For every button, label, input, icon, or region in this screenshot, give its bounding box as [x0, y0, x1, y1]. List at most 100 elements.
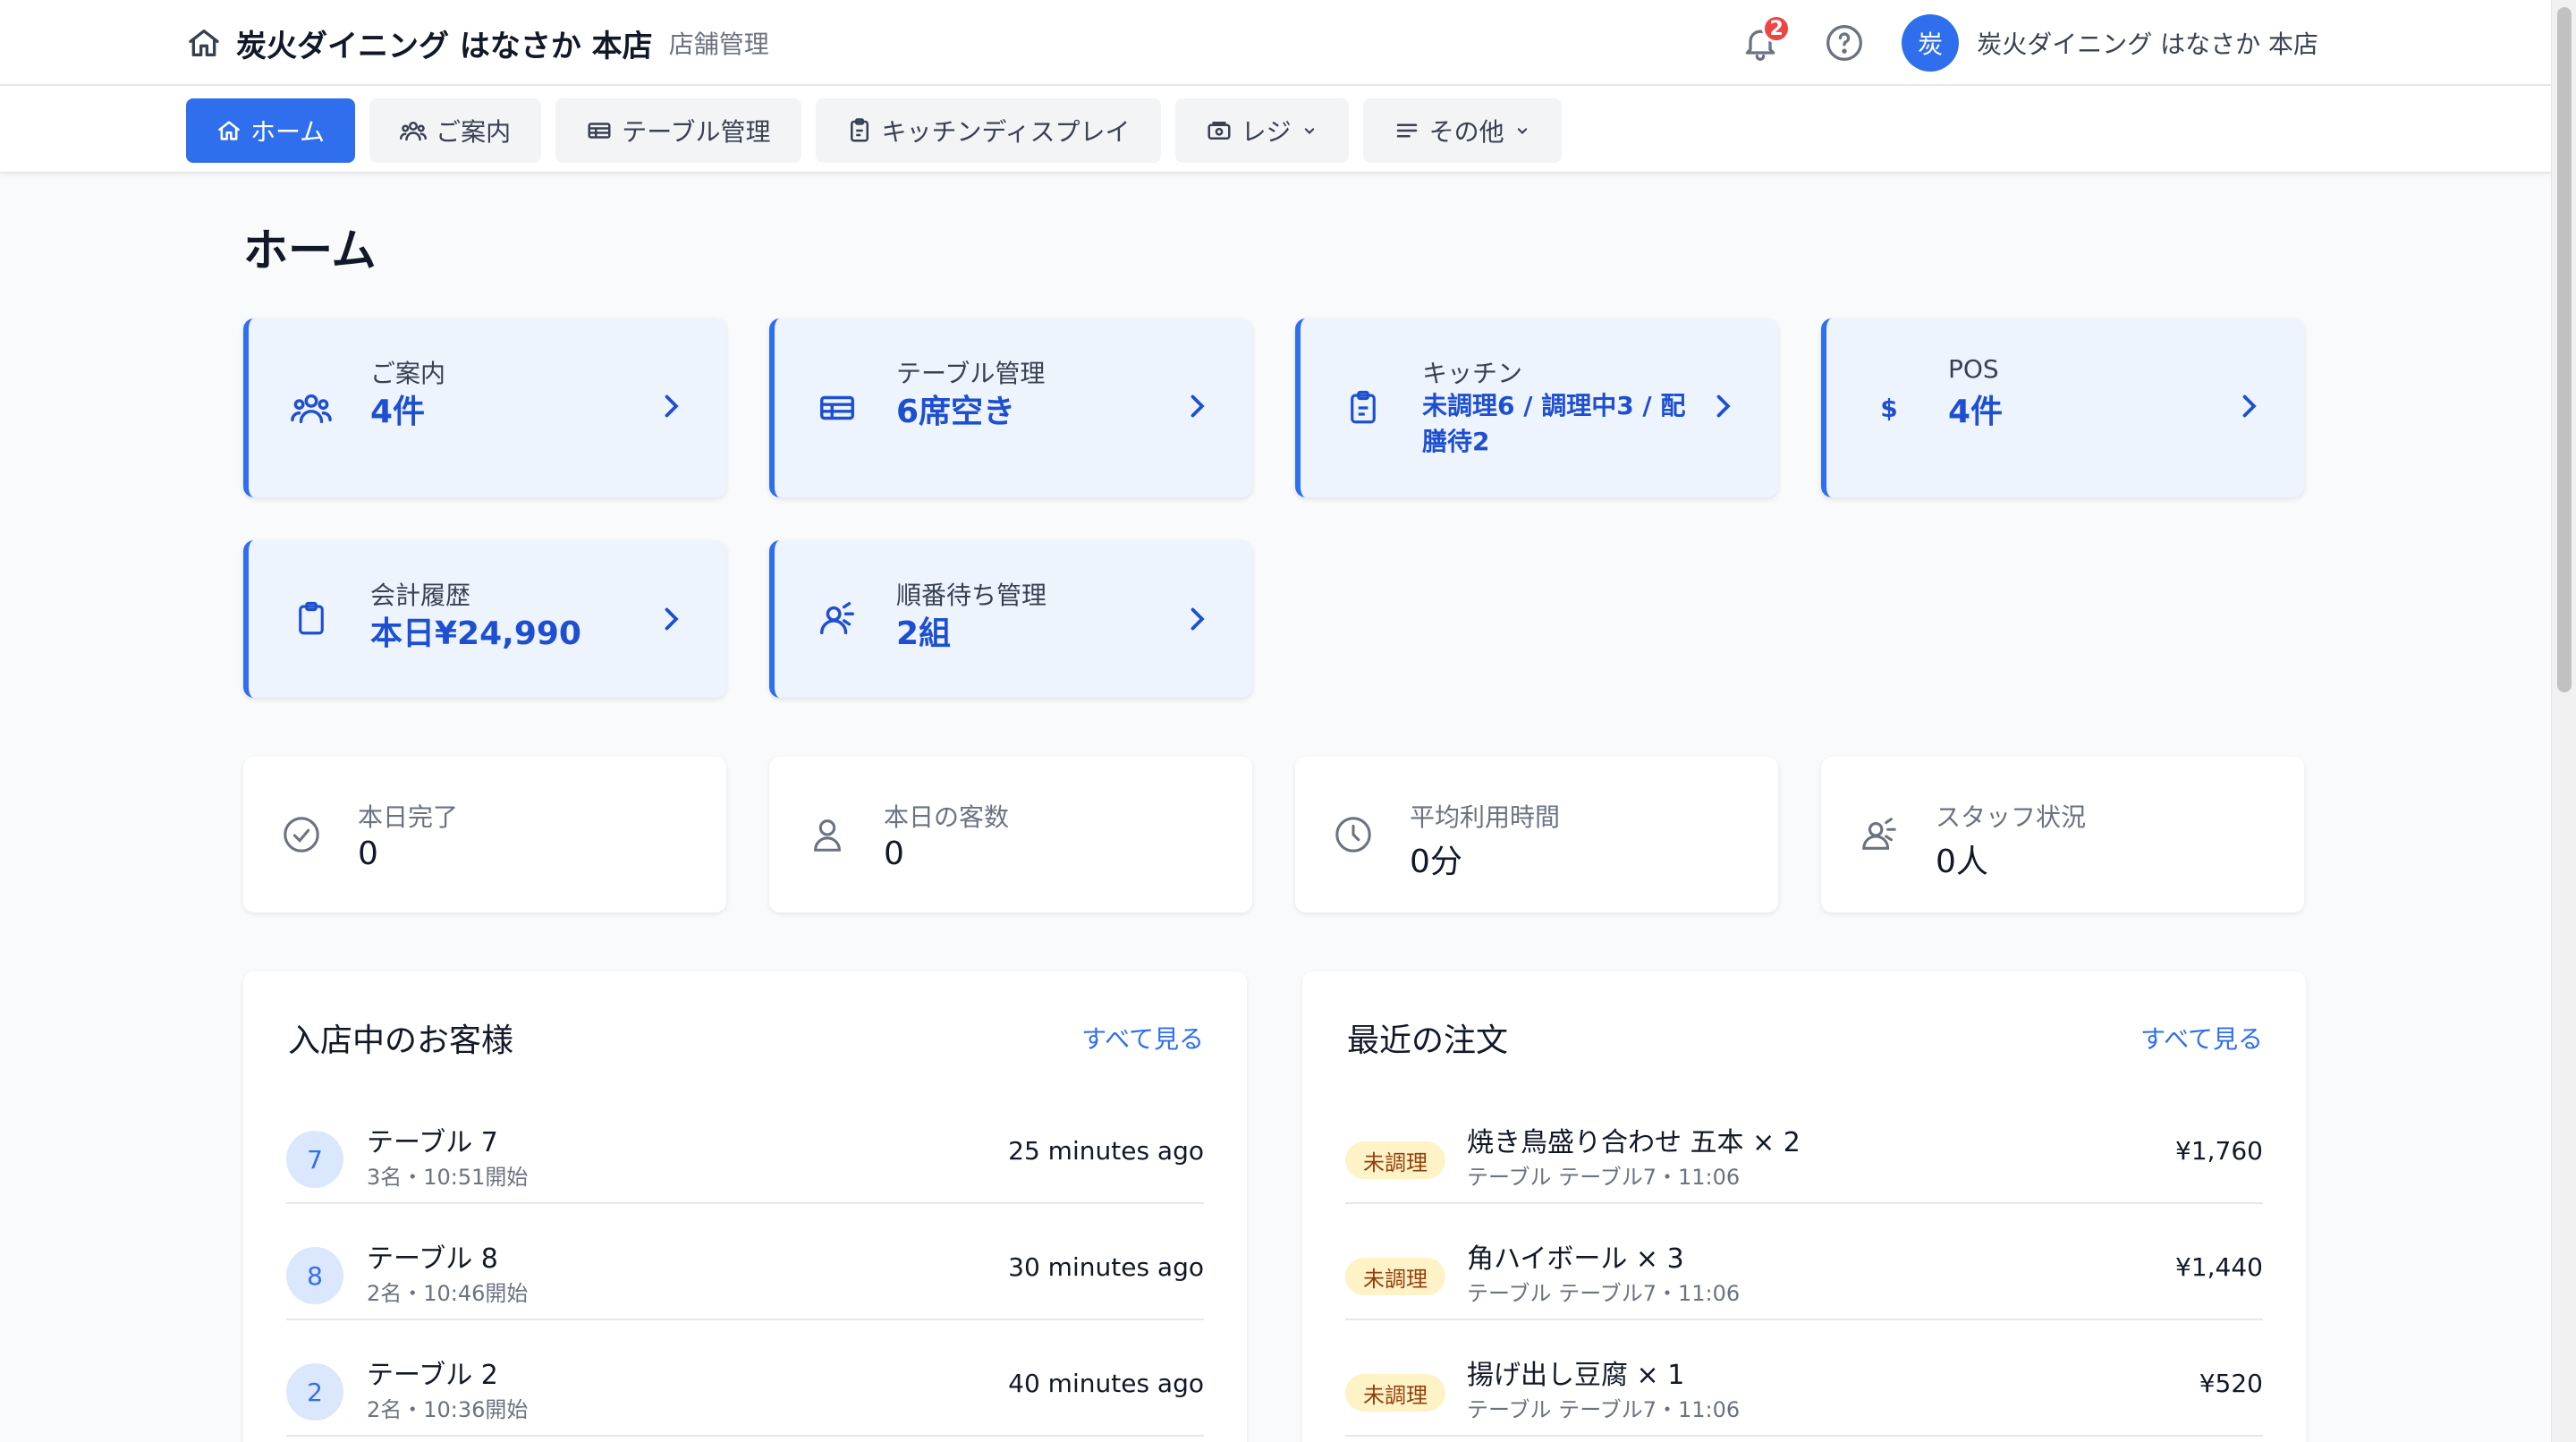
card-queue[interactable]: 順番待ち管理 2組 [769, 540, 1252, 698]
stat-label: 本日完了 [358, 802, 459, 832]
guest-row[interactable]: 8 テーブル 8 2名・10:46開始 30 minutes ago [286, 1204, 1204, 1320]
card-reception[interactable]: ご案内 4件 [243, 318, 726, 497]
stat-staff: スタッフ状況 0人 [1821, 757, 2304, 912]
chevron-right-icon [665, 607, 679, 631]
avatar[interactable]: 炭 [1902, 14, 1960, 72]
chevron-down-icon [1517, 128, 1527, 134]
chevron-right-icon [665, 394, 679, 418]
nav-kitchen-label: キッチンディスプレイ [881, 118, 1131, 146]
table-name: テーブル 7 [367, 1127, 498, 1158]
card-tables[interactable]: テーブル管理 6席空き [769, 318, 1252, 497]
table-icon [816, 386, 859, 429]
orders-panel: 最近の注文 すべて見る 未調理 焼き鳥盛り合わせ 五本 × 2 テーブル テーブ… [1302, 971, 2306, 1442]
page-title: ホーム [243, 225, 377, 276]
table-number-badge: 7 [286, 1131, 343, 1188]
card-label: POS [1948, 354, 1999, 384]
scrollbar-thumb[interactable] [2557, 7, 2572, 692]
order-item: 焼き鳥盛り合わせ 五本 × 2 [1467, 1127, 1801, 1158]
view-all-guests-link[interactable]: すべて見る [1081, 1020, 1204, 1056]
order-row[interactable]: 未調理 角ハイボール × 3 テーブル テーブル7・11:06 ¥1,440 [1345, 1204, 2263, 1320]
dollar-icon: $ [1880, 393, 1898, 423]
card-value: 4件 [370, 394, 426, 430]
chevron-right-icon [2242, 394, 2257, 418]
card-value: 4件 [1948, 394, 2004, 430]
table-name: テーブル 2 [367, 1360, 498, 1391]
staff-icon [1862, 818, 1896, 850]
nav-home-label: ホーム [250, 118, 326, 146]
elapsed-time: 30 minutes ago [1008, 1252, 1204, 1282]
clipboard-icon [1342, 386, 1385, 429]
card-value: 未調理6 / 調理中3 / 配膳待2 [1422, 391, 1686, 456]
store-subtitle: 店舗管理 [668, 30, 769, 59]
home-icon [189, 30, 219, 56]
nav-tables-label: テーブル管理 [622, 118, 771, 146]
card-kitchen[interactable]: キッチン 未調理6 / 調理中3 / 配膳待2 [1295, 318, 1778, 497]
chevron-right-icon [1191, 394, 1205, 418]
card-label: キッチン [1422, 359, 1523, 388]
status-badge: 未調理 [1345, 1141, 1445, 1179]
table-number-badge: 8 [286, 1247, 343, 1304]
table-name: テーブル 8 [367, 1243, 498, 1275]
chevron-right-icon [1716, 394, 1731, 418]
stat-value: 0人 [1936, 844, 1988, 880]
view-all-orders-link[interactable]: すべて見る [2140, 1020, 2263, 1056]
chevron-down-icon [1304, 128, 1314, 134]
table-detail: 2名・10:46開始 [367, 1281, 529, 1306]
clipboard-icon [850, 118, 869, 142]
card-value: 本日¥24,990 [370, 615, 581, 652]
order-row[interactable]: 未調理 揚げ出し豆腐 × 1 テーブル テーブル7・11:06 ¥520 [1345, 1320, 2263, 1437]
order-price: ¥1,440 [2175, 1252, 2263, 1282]
card-pos[interactable]: $ POS 4件 [1821, 318, 2304, 497]
order-item: 角ハイボール × 3 [1467, 1243, 1684, 1275]
nav-other[interactable]: その他 [1362, 98, 1562, 163]
card-label: テーブル管理 [896, 359, 1046, 388]
nav-register-label: レジ [1241, 118, 1292, 146]
user-name[interactable]: 炭火ダイニング はなさか 本店 [1977, 25, 2318, 61]
notification-button[interactable]: 2 [1737, 14, 1792, 66]
chevron-right-icon [1191, 607, 1205, 631]
guest-row[interactable]: 7 テーブル 7 3名・10:51開始 25 minutes ago [286, 1088, 1204, 1204]
nav-register[interactable]: レジ [1174, 98, 1349, 163]
queue-icon [816, 598, 859, 640]
card-label: 会計履歴 [370, 581, 471, 610]
main-nav: ホーム ご案内 テーブル管理 キッチンディスプレイ レジ その他 [0, 86, 2551, 174]
nav-reception[interactable]: ご案内 [369, 98, 542, 163]
order-price: ¥520 [2199, 1369, 2263, 1398]
table-detail: 2名・10:36開始 [367, 1397, 529, 1422]
nav-other-label: その他 [1428, 118, 1504, 146]
nav-tables[interactable]: テーブル管理 [555, 98, 801, 163]
help-button[interactable] [1821, 20, 1868, 66]
stat-label: 平均利用時間 [1410, 802, 1561, 832]
nav-kitchen[interactable]: キッチンディスプレイ [815, 98, 1161, 163]
brand[interactable]: 炭火ダイニング はなさか 本店 店舗管理 [186, 21, 769, 64]
stat-completed-today: 本日完了 0 [243, 757, 726, 912]
orders-list: 未調理 焼き鳥盛り合わせ 五本 × 2 テーブル テーブル7・11:06 ¥1,… [1345, 1088, 2263, 1437]
users-icon [400, 122, 428, 141]
card-value: 6席空き [896, 394, 1016, 430]
table-detail: 3名・10:51開始 [367, 1165, 529, 1190]
status-badge: 未調理 [1345, 1258, 1445, 1295]
help-icon [1826, 25, 1863, 61]
order-detail: テーブル テーブル7・11:06 [1467, 1281, 1741, 1306]
status-badge: 未調理 [1345, 1374, 1445, 1412]
order-row[interactable]: 未調理 焼き鳥盛り合わせ 五本 × 2 テーブル テーブル7・11:06 ¥1,… [1345, 1088, 2263, 1204]
nav-home[interactable]: ホーム [186, 98, 356, 163]
card-payment-history[interactable]: 会計履歴 本日¥24,990 [243, 540, 726, 698]
stat-label: 本日の客数 [884, 802, 1010, 832]
panel-title: 入店中のお客様 [288, 1022, 514, 1059]
stat-guests-today: 本日の客数 0 [769, 757, 1252, 912]
header-actions: 2 炭 炭火ダイニング はなさか 本店 [1737, 13, 2318, 73]
check-circle-icon [284, 817, 319, 852]
stat-value: 0分 [1410, 844, 1462, 880]
table-number-badge: 2 [286, 1363, 343, 1421]
users-icon [290, 386, 333, 429]
table-icon [588, 123, 611, 139]
panel-title: 最近の注文 [1347, 1022, 1509, 1059]
top-header: 炭火ダイニング はなさか 本店 店舗管理 2 炭 炭火ダイニング はなさか 本店 [0, 0, 2551, 86]
order-detail: テーブル テーブル7・11:06 [1467, 1397, 1741, 1422]
page-scrollbar[interactable] [2551, 0, 2576, 1442]
order-price: ¥1,760 [2175, 1136, 2263, 1166]
guest-row[interactable]: 2 テーブル 2 2名・10:36開始 40 minutes ago [286, 1320, 1204, 1437]
card-label: ご案内 [370, 359, 446, 388]
menu-icon [1396, 123, 1417, 138]
